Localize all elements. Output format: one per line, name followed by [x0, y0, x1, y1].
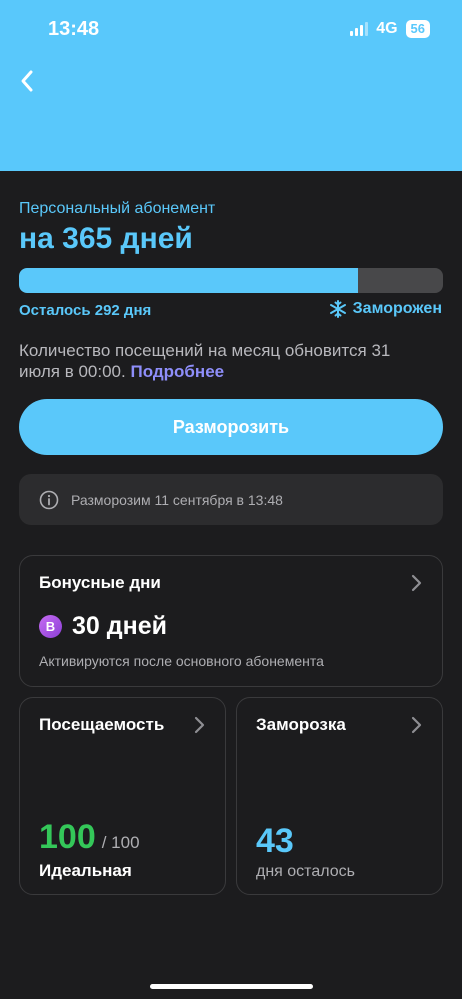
unfreeze-notice-text: Разморозим 11 сентября в 13:48: [71, 491, 283, 508]
back-button[interactable]: [14, 66, 40, 96]
chevron-left-icon: [21, 70, 33, 92]
signal-icon: [350, 22, 369, 36]
progress-fill: [19, 268, 359, 293]
attendance-label: Идеальная: [39, 861, 132, 880]
visits-info: Количество посещений на месяц обновится …: [19, 340, 429, 382]
bonus-days-title: Бонусные дни: [39, 573, 161, 592]
subscription-duration-title: на 365 дней: [19, 222, 193, 255]
status-indicators: 4G 56: [350, 20, 430, 38]
freeze-title: Заморозка: [256, 715, 346, 734]
subscription-progress-bar: [19, 268, 443, 293]
bonus-badge-icon: B: [39, 615, 62, 638]
frozen-label: Заморожен: [352, 300, 442, 317]
status-time: 13:48: [48, 18, 100, 40]
home-indicator[interactable]: [150, 984, 313, 989]
freeze-days-label: дня осталось: [256, 863, 355, 880]
more-link[interactable]: Подробнее: [130, 362, 224, 381]
bonus-days-card[interactable]: Бонусные дни B 30 дней Активируются посл…: [19, 555, 443, 687]
freeze-card[interactable]: Заморозка 43 дня осталось: [236, 697, 443, 895]
attendance-score: 100: [39, 818, 96, 856]
bonus-days-row: B 30 дней: [39, 612, 167, 641]
chevron-right-icon: [411, 574, 422, 592]
chevron-right-icon: [411, 716, 422, 734]
freeze-days-value: 43: [256, 822, 294, 860]
snowflake-icon: [329, 300, 346, 318]
battery-icon: 56: [405, 20, 430, 38]
attendance-max: / 100: [101, 833, 140, 852]
chevron-right-icon: [194, 716, 205, 734]
bonus-days-note: Активируются после основного абонемента: [39, 653, 324, 669]
attendance-title: Посещаемость: [39, 715, 165, 734]
network-type: 4G: [376, 20, 398, 37]
attendance-score-row: 100 / 100: [39, 818, 140, 857]
unfreeze-notice: Разморозим 11 сентября в 13:48: [19, 474, 443, 525]
info-icon: [39, 490, 59, 509]
frozen-status: Заморожен: [329, 300, 442, 318]
attendance-card[interactable]: Посещаемость 100 / 100 Идеальная: [19, 697, 226, 895]
remaining-days: Осталось 292 дня: [19, 302, 152, 319]
unfreeze-button[interactable]: Разморозить: [19, 399, 443, 455]
bonus-days-value: 30 дней: [72, 612, 167, 640]
subscription-type: Персональный абонемент: [19, 200, 216, 217]
header-bar: 13:48 4G 56: [0, 0, 462, 171]
